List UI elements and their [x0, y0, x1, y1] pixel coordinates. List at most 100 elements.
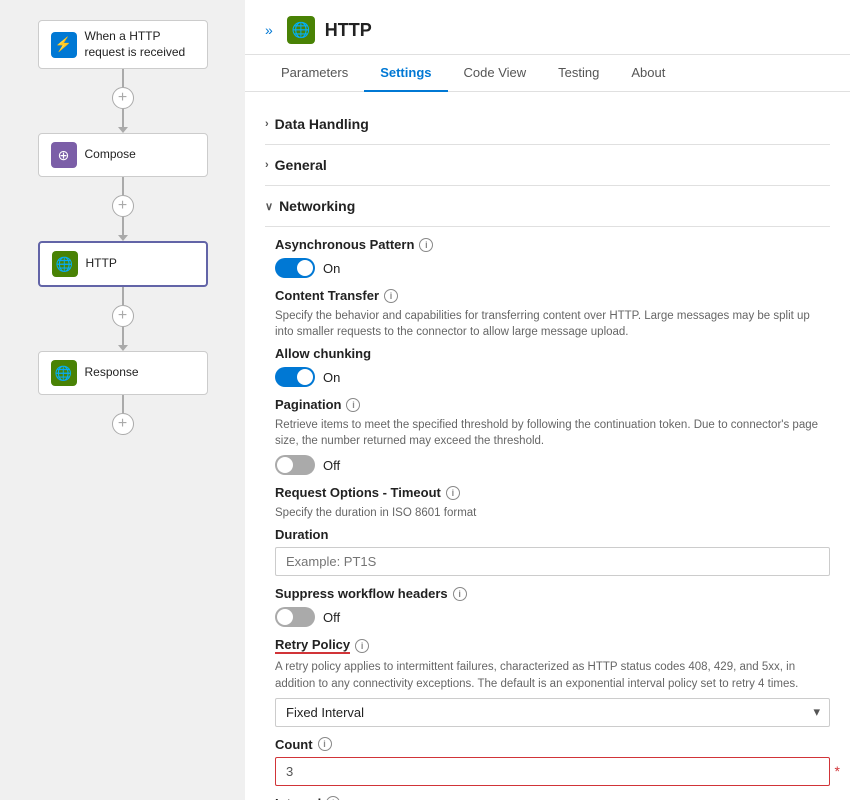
label-text-retry-policy: Retry Policy — [275, 637, 350, 654]
field-async-pattern: Asynchronous Pattern i On — [275, 237, 830, 278]
add-step-2[interactable]: + — [112, 195, 134, 217]
add-step-3[interactable]: + — [112, 305, 134, 327]
networking-content: Asynchronous Pattern i On Content Transf… — [265, 237, 830, 800]
divider — [265, 226, 830, 227]
chevron-icon-general: › — [265, 159, 269, 171]
toggle-async-pattern[interactable] — [275, 258, 315, 278]
desc-pagination: Retrieve items to meet the specified thr… — [275, 417, 830, 449]
panel-title: HTTP — [325, 20, 372, 41]
sublabel-text-content-transfer: Allow chunking — [275, 346, 371, 361]
toggle-label-suppress-headers: Off — [323, 610, 340, 625]
section-label-data-handling: Data Handling — [275, 116, 369, 132]
field-label-async-pattern: Asynchronous Pattern i — [275, 237, 830, 252]
toggle-pagination[interactable] — [275, 455, 315, 475]
flow-line — [122, 327, 124, 345]
label-text-request-timeout: Request Options - Timeout — [275, 485, 441, 500]
field-request-timeout: Request Options - Timeout i Specify the … — [275, 485, 830, 576]
input-wrapper-duration — [275, 547, 830, 576]
flow-line — [122, 109, 124, 127]
flow-panel: ⚡ When a HTTP request is received + ⊕ Co… — [0, 0, 245, 800]
info-icon-interval[interactable]: i — [326, 796, 340, 800]
connector-4: + — [112, 395, 134, 435]
field-label-content-transfer: Content Transfer i — [275, 288, 830, 303]
field-label-duration: Duration — [275, 527, 830, 542]
info-icon-retry-policy[interactable]: i — [355, 639, 369, 653]
node-response[interactable]: 🌐 Response — [38, 351, 208, 395]
toggle-row-pagination: Off — [275, 455, 830, 475]
field-sublabel-content-transfer: Allow chunking — [275, 346, 830, 361]
divider — [265, 144, 830, 145]
tab-bar: Parameters Settings Code View Testing Ab… — [245, 55, 850, 92]
info-icon-suppress-headers[interactable]: i — [453, 587, 467, 601]
node-label-response: Response — [85, 365, 139, 381]
flow-line — [122, 177, 124, 195]
section-header-networking[interactable]: ∨ Networking — [265, 190, 830, 222]
field-content-transfer: Content Transfer i Specify the behavior … — [275, 288, 830, 387]
input-duration[interactable] — [275, 547, 830, 576]
toggle-label-pagination: Off — [323, 458, 340, 473]
field-retry-policy: Retry Policy i A retry policy applies to… — [275, 637, 830, 800]
toggle-suppress-headers[interactable] — [275, 607, 315, 627]
field-label-request-timeout: Request Options - Timeout i — [275, 485, 830, 500]
label-text-duration: Duration — [275, 527, 328, 542]
toggle-thumb — [277, 609, 293, 625]
toggle-label-content-transfer: On — [323, 370, 340, 385]
desc-retry-policy: A retry policy applies to intermittent f… — [275, 659, 830, 691]
input-wrapper-count: * — [275, 757, 830, 786]
field-label-pagination: Pagination i — [275, 397, 830, 412]
desc-request-timeout: Specify the duration in ISO 8601 format — [275, 505, 830, 521]
section-header-data-handling[interactable]: › Data Handling — [265, 108, 830, 140]
info-icon-async-pattern[interactable]: i — [419, 238, 433, 252]
toggle-thumb — [297, 260, 313, 276]
info-icon-content-transfer[interactable]: i — [384, 289, 398, 303]
toggle-row-suppress-headers: Off — [275, 607, 830, 627]
section-header-general[interactable]: › General — [265, 149, 830, 181]
label-text-async-pattern: Asynchronous Pattern — [275, 237, 414, 252]
flow-line — [122, 395, 124, 413]
toggle-row-async-pattern: On — [275, 258, 830, 278]
field-label-suppress-headers: Suppress workflow headers i — [275, 586, 830, 601]
panel-header-icon: 🌐 — [287, 16, 315, 44]
node-icon-compose: ⊕ — [51, 142, 77, 168]
tab-parameters[interactable]: Parameters — [265, 55, 364, 92]
add-step-1[interactable]: + — [112, 87, 134, 109]
tab-codeview[interactable]: Code View — [448, 55, 543, 92]
node-compose[interactable]: ⊕ Compose — [38, 133, 208, 177]
label-text-content-transfer: Content Transfer — [275, 288, 379, 303]
add-step-4[interactable]: + — [112, 413, 134, 435]
info-icon-count[interactable]: i — [318, 737, 332, 751]
node-http-trigger[interactable]: ⚡ When a HTTP request is received — [38, 20, 208, 69]
section-label-general: General — [275, 157, 327, 173]
field-pagination: Pagination i Retrieve items to meet the … — [275, 397, 830, 475]
section-label-networking: Networking — [279, 198, 355, 214]
required-star-count: * — [835, 763, 840, 779]
input-count[interactable] — [275, 757, 830, 786]
chevron-icon-data-handling: › — [265, 118, 269, 130]
flow-line — [122, 287, 124, 305]
connector-1: + — [112, 69, 134, 133]
info-icon-request-timeout[interactable]: i — [446, 486, 460, 500]
info-icon-pagination[interactable]: i — [346, 398, 360, 412]
select-retry-policy[interactable]: None Default Fixed Interval Exponential … — [275, 698, 830, 727]
connector-3: + — [112, 287, 134, 351]
toggle-content-transfer[interactable] — [275, 367, 315, 387]
node-http[interactable]: 🌐 HTTP — [38, 241, 208, 287]
field-suppress-headers: Suppress workflow headers i Off — [275, 586, 830, 627]
panel-header: » 🌐 HTTP — [245, 0, 850, 55]
divider — [265, 185, 830, 186]
panel-content: › Data Handling › General ∨ Networking — [245, 92, 850, 800]
node-label-http-trigger: When a HTTP request is received — [85, 29, 195, 60]
collapse-button[interactable]: » — [265, 22, 273, 38]
label-text-count: Count — [275, 737, 313, 752]
flow-line — [122, 217, 124, 235]
node-icon-response: 🌐 — [51, 360, 77, 386]
label-text-pagination: Pagination — [275, 397, 341, 412]
select-wrapper-retry-policy: None Default Fixed Interval Exponential … — [275, 698, 830, 727]
tab-settings[interactable]: Settings — [364, 55, 447, 92]
tab-testing[interactable]: Testing — [542, 55, 615, 92]
chevron-icon-networking: ∨ — [265, 200, 273, 213]
tab-about[interactable]: About — [615, 55, 681, 92]
field-label-interval: Interval i — [275, 796, 830, 800]
flow-line — [122, 69, 124, 87]
settings-panel: » 🌐 HTTP Parameters Settings Code View T… — [245, 0, 850, 800]
